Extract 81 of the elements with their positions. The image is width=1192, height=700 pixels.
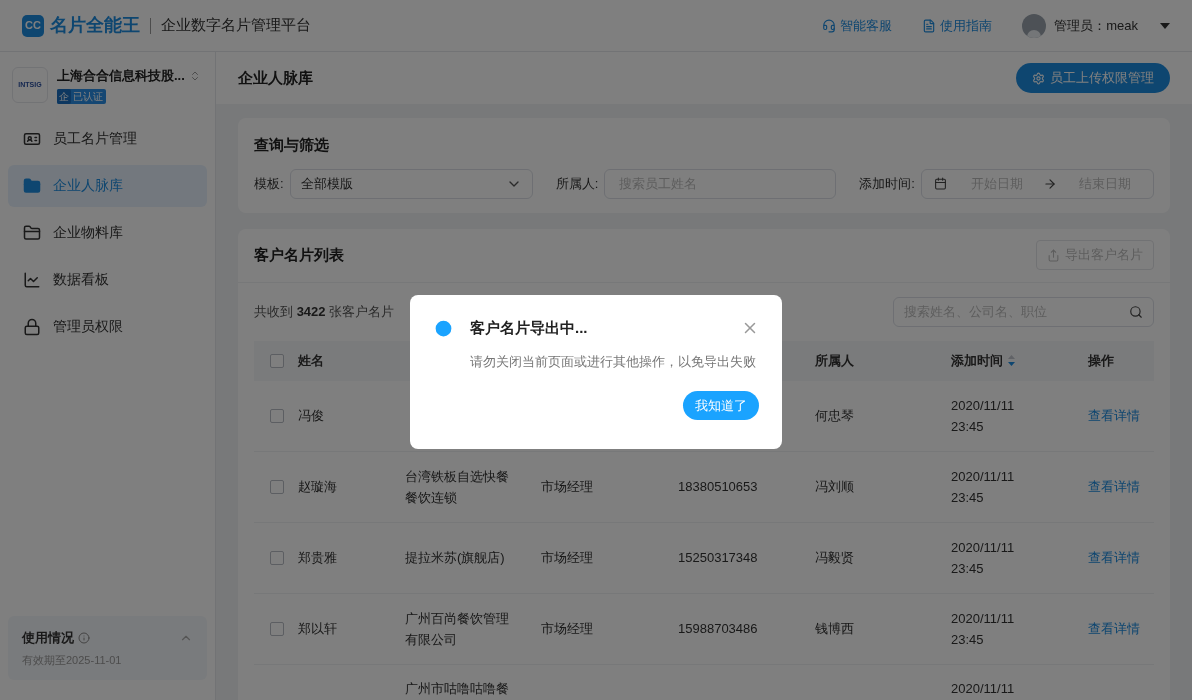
brand-name: 名片全能王 [50, 14, 140, 37]
document-icon [922, 18, 937, 33]
dialog-message: 请勿关闭当前页面或进行其他操作，以免导出失败 [470, 352, 757, 371]
date-cell-text: 2020/11/11 [951, 538, 1016, 557]
guide-link[interactable]: 使用指南 [922, 15, 993, 36]
logo-mark: CC [22, 14, 44, 37]
folder-icon [23, 176, 41, 195]
owner-cell: 冯刘顺 [815, 478, 854, 494]
avatar [1022, 13, 1047, 38]
details-link[interactable]: 查看详情 [1088, 620, 1140, 636]
caret-icon[interactable] [1160, 22, 1170, 29]
phone-cell: 18380510653 [678, 478, 758, 494]
company-cell-text: 提拉米苏(旗舰店) [405, 549, 506, 567]
user-name: 管理员：meak [1054, 16, 1138, 35]
sort-icon[interactable] [1008, 355, 1015, 366]
phone-cell: 15250317348 [678, 549, 758, 565]
details-link[interactable]: 查看详情 [1088, 549, 1140, 565]
owner-cell: 冯毅贤 [815, 549, 854, 565]
details-link[interactable]: 查看详情 [1088, 407, 1140, 423]
checkbox[interactable] [270, 408, 284, 423]
page-title: 企业人脉库 [238, 67, 313, 88]
export-icon [1047, 248, 1060, 262]
checkbox[interactable] [270, 479, 284, 494]
name-cell: 赵璇海 [298, 478, 337, 494]
name-cell: 冯俊 [298, 407, 324, 423]
name-cell: 郑以轩 [298, 620, 337, 636]
sidebar-item[interactable]: 企业物料库 [8, 211, 207, 254]
owner-cell: 何忠琴 [815, 407, 854, 423]
owner-cell: 钱博西 [815, 620, 854, 636]
time-cell-text: 23:45 [951, 488, 985, 507]
headset-icon [822, 18, 837, 33]
field-label: 所属人: [555, 174, 599, 193]
time-cell-text: 23:45 [951, 630, 985, 649]
position-cell: 市场经理 [541, 549, 593, 565]
company-cell-text: 广州市咕噜咕噜餐 [405, 679, 510, 698]
sidebar-item[interactable]: 管理员权限 [8, 305, 207, 348]
permission-button[interactable]: 员工上传权限管理 [1016, 63, 1170, 93]
name-cell: 郑贵雅 [298, 549, 337, 565]
column-header: 姓名 [298, 352, 324, 368]
time-cell-text: 23:45 [951, 559, 985, 578]
column-header: 所属人 [815, 352, 854, 368]
usage-title: 使用情况 [22, 629, 74, 647]
position-cell: 市场经理 [541, 478, 593, 494]
section-title: 查询与筛选 [254, 135, 330, 155]
platform-title: 企业数字名片管理平台 [161, 15, 311, 36]
date-cell-text: 2020/11/11 [951, 609, 1016, 628]
verified-badge: 企 已认证 [57, 88, 106, 104]
column-header[interactable]: 添加时间 [951, 350, 1003, 371]
company-name: 上海合合信息科技股... [57, 67, 185, 85]
confirm-button[interactable]: 我知道了 [683, 391, 759, 420]
folder-icon [23, 223, 41, 242]
sidebar-item[interactable]: 数据看板 [8, 258, 207, 301]
date-cell-text: 2020/11/11 [951, 467, 1016, 486]
sidebar-item[interactable]: 员工名片管理 [8, 117, 207, 160]
search-icon [1129, 304, 1143, 319]
calendar-icon [933, 177, 947, 190]
info-icon[interactable] [78, 631, 90, 644]
field-label: 添加时间: [859, 174, 915, 193]
section-title: 客户名片列表 [254, 244, 344, 265]
dialog-title: 客户名片导出中... [470, 318, 588, 338]
checkbox[interactable] [270, 621, 284, 636]
field-label: 模板: [254, 174, 284, 193]
lock-icon [23, 317, 41, 336]
template-select[interactable]: 全部模版 [289, 168, 533, 199]
checkbox[interactable] [270, 550, 284, 565]
date-cell-text: 2020/11/11 [951, 396, 1016, 415]
card-count: 共收到 3422 张客户名片 [254, 302, 395, 321]
chart-icon [23, 270, 41, 289]
column-header: 操作 [1088, 352, 1114, 368]
company-cell-text: 台湾铁板自选快餐餐饮连锁 [405, 467, 510, 507]
details-link[interactable]: 查看详情 [1088, 478, 1140, 494]
company-cell-text: 广州百尚餐饮管理有限公司 [405, 609, 510, 649]
checkbox[interactable] [270, 353, 284, 368]
time-cell-text: 23:45 [951, 417, 985, 436]
arrow-right-icon [1042, 176, 1057, 191]
support-link[interactable]: 智能客服 [822, 15, 893, 36]
sidebar-item[interactable]: 企业人脉库 [8, 164, 207, 207]
settings-icon [1032, 71, 1045, 85]
phone-cell: 15988703486 [678, 620, 758, 636]
date-cell-text: 2020/11/11 [951, 679, 1016, 698]
position-cell: 市场经理 [541, 620, 593, 636]
